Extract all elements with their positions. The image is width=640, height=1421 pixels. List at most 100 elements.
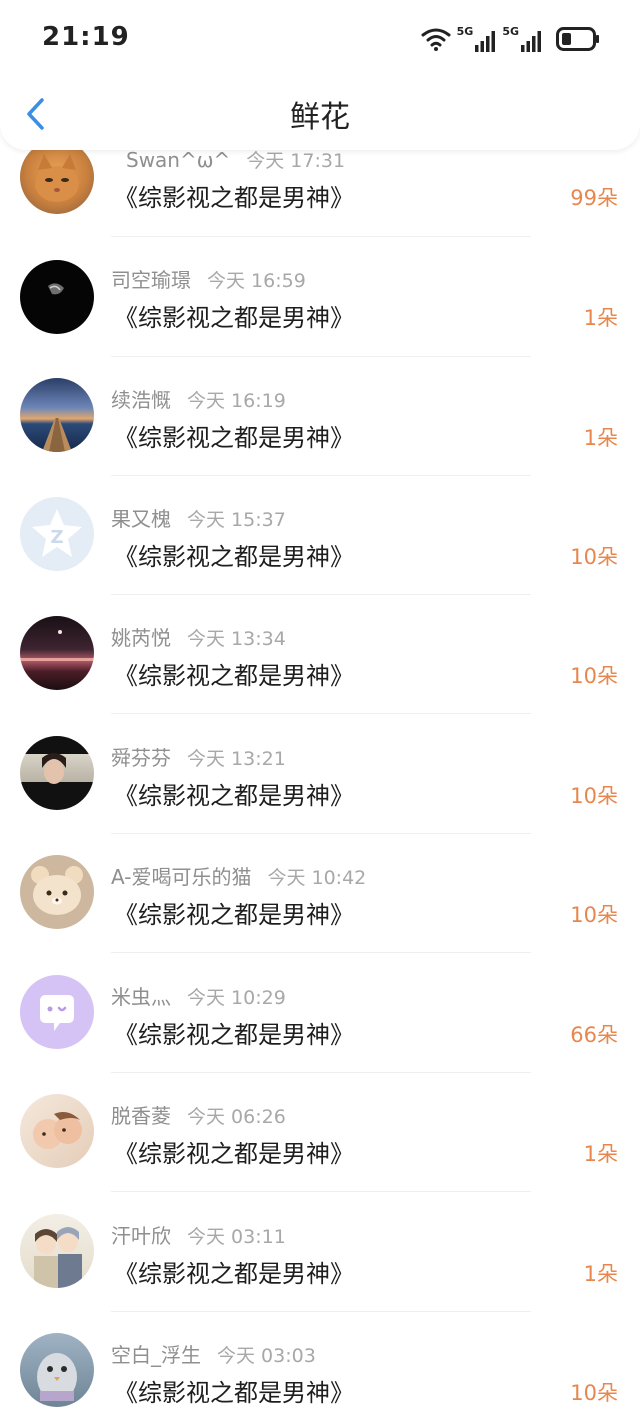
- send-time: 今天 17:31: [246, 150, 346, 172]
- flower-amount: 99朵: [570, 186, 618, 210]
- status-bar: 21:19 5G 5G: [0, 0, 640, 78]
- flower-amount: 10朵: [570, 903, 618, 927]
- network-label: 5G: [456, 25, 474, 38]
- nav-bar: 鲜花: [0, 78, 640, 150]
- divider: [111, 1072, 531, 1073]
- send-time: 今天 03:03: [217, 1345, 316, 1367]
- divider: [111, 713, 531, 714]
- divider: [111, 1191, 531, 1192]
- svg-text:Z: Z: [50, 527, 63, 548]
- list-item[interactable]: 司空瑜璟 今天 16:59 《综影视之都是男神》 1朵: [0, 238, 640, 358]
- signal-icon: [475, 31, 496, 52]
- send-time: 今天 03:11: [187, 1226, 286, 1248]
- divider: [111, 594, 531, 595]
- sender-name: 姚芮悦: [111, 626, 171, 650]
- status-time: 21:19: [42, 22, 130, 52]
- flower-amount: 10朵: [570, 784, 618, 808]
- list-item[interactable]: 脱香菱 今天 06:26 《综影视之都是男神》 1朵: [0, 1074, 640, 1194]
- sender-line: 米虫灬 今天 10:29: [111, 981, 286, 1009]
- sender-line: 脱香菱 今天 06:26: [111, 1100, 286, 1128]
- sender-name: 舜芬芬: [111, 746, 171, 770]
- flower-amount: 1朵: [583, 306, 618, 330]
- divider: [111, 236, 531, 237]
- list-item[interactable]: 续浩慨 今天 16:19 《综影视之都是男神》 1朵: [0, 358, 640, 478]
- cat-photo-avatar[interactable]: [20, 140, 94, 214]
- status-icons: 5G 5G: [421, 24, 600, 54]
- send-time: 今天 16:19: [187, 390, 286, 412]
- sender-line: 司空瑜璟 今天 16:59: [111, 264, 306, 292]
- send-time: 今天 06:26: [187, 1106, 286, 1128]
- flower-amount: 1朵: [583, 426, 618, 450]
- page-title: 鲜花: [290, 100, 350, 135]
- babies-avatar[interactable]: [20, 1094, 94, 1168]
- send-time: 今天 13:21: [187, 748, 286, 770]
- bear-avatar[interactable]: [20, 855, 94, 929]
- sender-line: 续浩慨 今天 16:19: [111, 384, 286, 412]
- flower-amount: 1朵: [583, 1142, 618, 1166]
- divider: [111, 356, 531, 357]
- flower-amount: 10朵: [570, 1381, 618, 1405]
- sender-line: 空白_浮生 今天 03:03: [111, 1339, 316, 1367]
- signal-icon: [521, 31, 541, 52]
- network-5g-1: 5G: [457, 26, 497, 52]
- send-time: 今天 10:42: [267, 867, 367, 889]
- sender-name: 米虫灬: [111, 985, 171, 1009]
- list-item[interactable]: 舜芬芬 今天 13:21 《综影视之都是男神》 10朵: [0, 716, 640, 836]
- sender-line: 汗叶欣 今天 03:11: [111, 1220, 286, 1248]
- sender-name: 果又槐: [111, 507, 171, 531]
- sender-line: 舜芬芬 今天 13:21: [111, 742, 286, 770]
- anime-couple-avatar[interactable]: [20, 1214, 94, 1288]
- send-time: 今天 16:59: [207, 270, 306, 292]
- divider: [111, 952, 531, 953]
- list-item[interactable]: A-爱喝可乐的猫 今天 10:42 《综影视之都是男神》 10朵: [0, 835, 640, 955]
- network-5g-2: 5G: [502, 26, 542, 52]
- list-item[interactable]: 汗叶欣 今天 03:11 《综影视之都是男神》 1朵: [0, 1194, 640, 1314]
- lake-pier-avatar[interactable]: [20, 378, 94, 452]
- dark-portrait-avatar[interactable]: [20, 260, 94, 334]
- book-title: 《综影视之都是男神》: [114, 184, 354, 212]
- sender-name: 续浩慨: [111, 388, 171, 412]
- sender-name: 汗叶欣: [111, 1224, 171, 1248]
- divider: [111, 1311, 531, 1312]
- flower-amount: 66朵: [570, 1023, 618, 1047]
- flower-amount: 1朵: [583, 1262, 618, 1286]
- book-title: 《综影视之都是男神》: [114, 543, 354, 571]
- send-time: 今天 13:34: [187, 628, 286, 650]
- sender-name: 脱香菱: [111, 1104, 171, 1128]
- network-label: 5G: [502, 25, 519, 38]
- book-title: 《综影视之都是男神》: [114, 1260, 354, 1288]
- plush-toy-avatar[interactable]: [20, 1333, 94, 1407]
- divider: [111, 475, 531, 476]
- sender-line: 果又槐 今天 15:37: [111, 503, 286, 531]
- sender-name: 司空瑜璟: [111, 268, 191, 292]
- book-title: 《综影视之都是男神》: [114, 1021, 354, 1049]
- list-item[interactable]: 米虫灬 今天 10:29 《综影视之都是男神》 66朵: [0, 955, 640, 1075]
- qq-default-avatar[interactable]: Z: [20, 497, 94, 571]
- drama-still-avatar[interactable]: [20, 736, 94, 810]
- book-title: 《综影视之都是男神》: [114, 662, 354, 690]
- sender-name: A-爱喝可乐的猫: [111, 865, 252, 889]
- sender-name: Swan^ω^: [126, 148, 231, 172]
- book-title: 《综影视之都是男神》: [114, 304, 354, 332]
- book-title: 《综影视之都是男神》: [114, 1379, 354, 1407]
- flower-amount: 10朵: [570, 664, 618, 688]
- purple-chat-avatar[interactable]: [20, 975, 94, 1049]
- night-city-avatar[interactable]: [20, 616, 94, 690]
- list-item[interactable]: 姚芮悦 今天 13:34 《综影视之都是男神》 10朵: [0, 596, 640, 716]
- list-item[interactable]: 空白_浮生 今天 03:03 《综影视之都是男神》 10朵: [0, 1313, 640, 1421]
- send-time: 今天 10:29: [187, 987, 286, 1009]
- book-title: 《综影视之都是男神》: [114, 424, 354, 452]
- list-item[interactable]: Z 果又槐 今天 15:37 《综影视之都是男神》 10朵: [0, 477, 640, 597]
- flower-amount: 10朵: [570, 545, 618, 569]
- divider: [111, 833, 531, 834]
- screen: Swan^ω^ 今天 17:31 《综影视之都是男神》 99朵 司空瑜璟 今天 16…: [0, 0, 640, 1421]
- battery-icon: [556, 27, 599, 51]
- book-title: 《综影视之都是男神》: [114, 1140, 354, 1168]
- book-title: 《综影视之都是男神》: [114, 901, 354, 929]
- book-title: 《综影视之都是男神》: [114, 782, 354, 810]
- sender-line: Swan^ω^ 今天 17:31: [126, 146, 345, 174]
- sender-line: A-爱喝可乐的猫 今天 10:42: [111, 861, 366, 889]
- header: 21:19 5G 5G 鲜花: [0, 0, 640, 150]
- send-time: 今天 15:37: [187, 509, 286, 531]
- wifi-icon: [421, 28, 451, 51]
